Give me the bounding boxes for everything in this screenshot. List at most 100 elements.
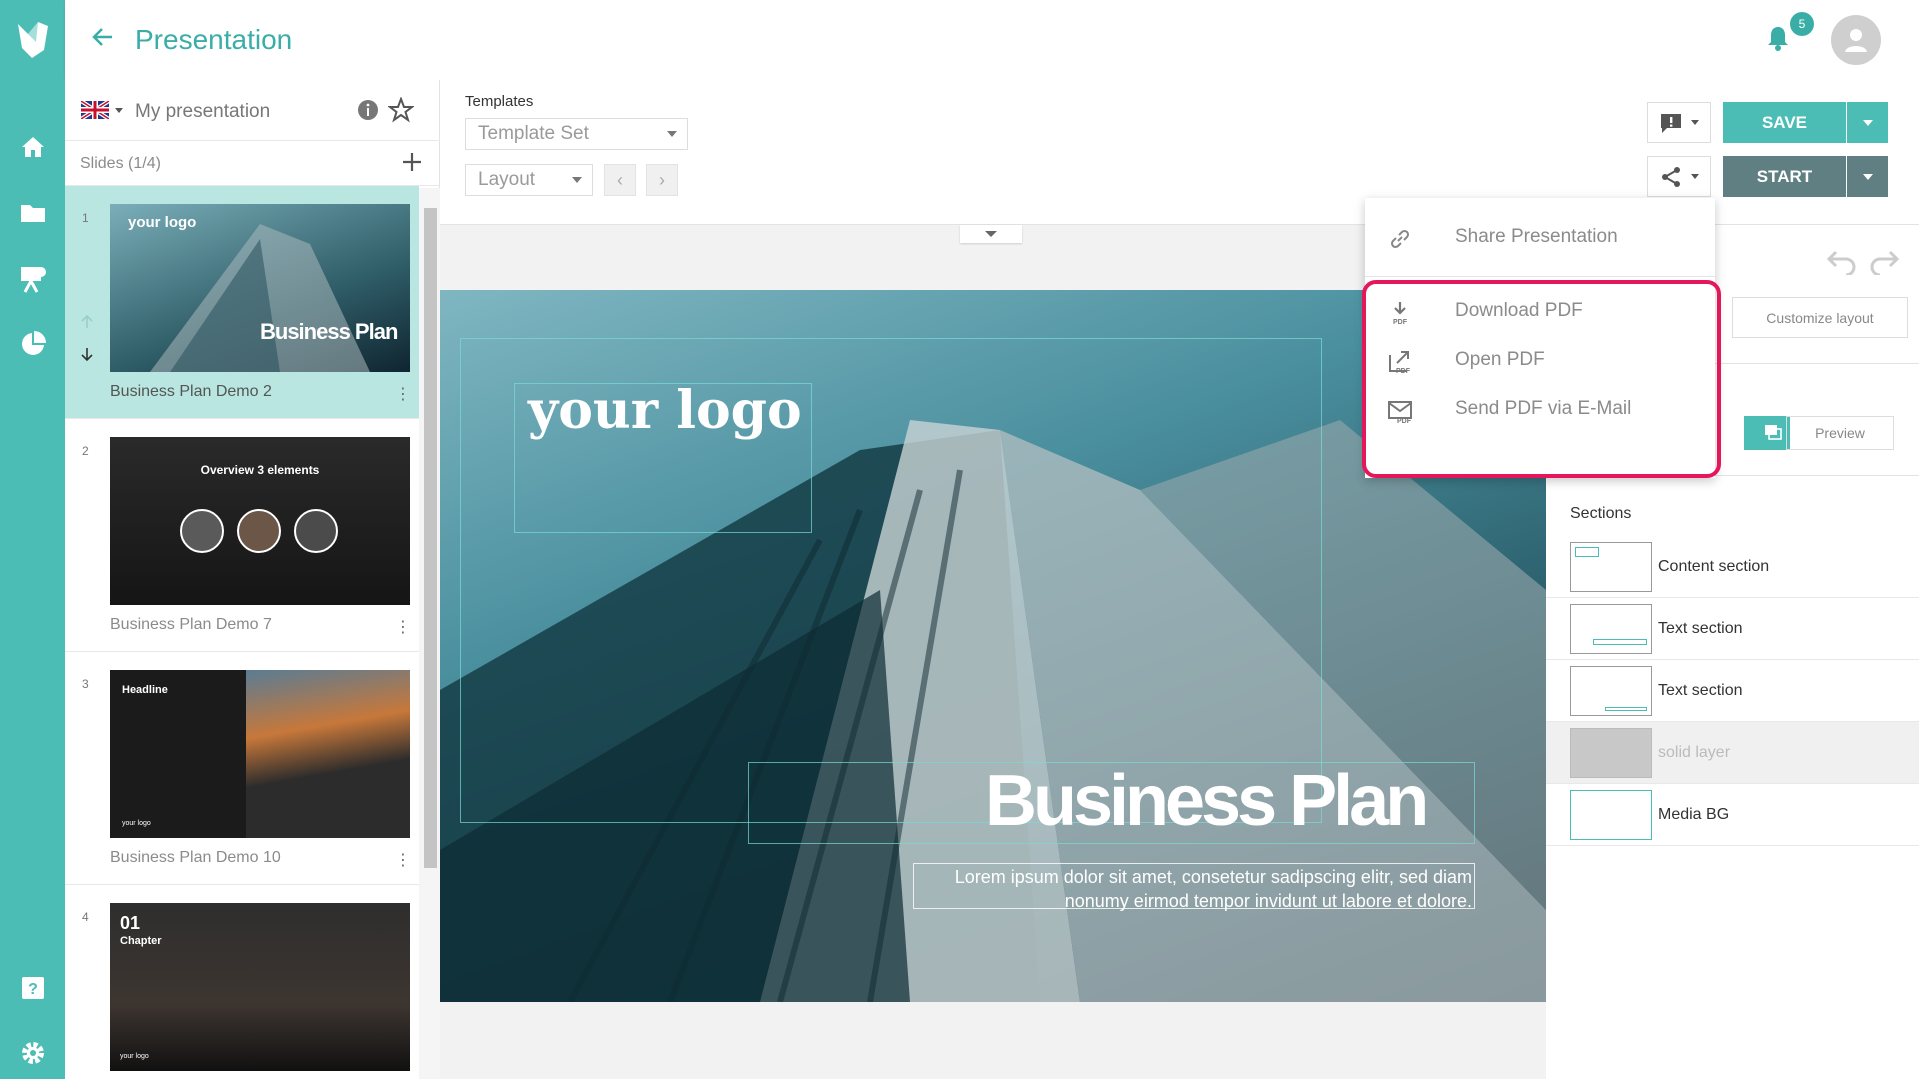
chevron-down-icon bbox=[1862, 173, 1873, 180]
slide-item-2[interactable]: 2 Overview 3 elements Business Plan Demo… bbox=[65, 419, 419, 652]
thumb-person-circle bbox=[180, 509, 224, 553]
slide-name: Business Plan Demo 2 bbox=[110, 383, 272, 400]
user-avatar[interactable] bbox=[1831, 15, 1881, 65]
canvas-body[interactable]: Lorem ipsum dolor sit amet, consetetur s… bbox=[920, 865, 1472, 913]
section-label: Content section bbox=[1658, 558, 1770, 575]
slides-icon bbox=[1765, 425, 1782, 440]
svg-text:?: ? bbox=[28, 981, 38, 998]
slide-number: 4 bbox=[82, 910, 89, 924]
slide-number: 2 bbox=[82, 444, 89, 458]
layout-value: Layout bbox=[478, 169, 536, 190]
next-layout-button[interactable]: › bbox=[646, 164, 678, 196]
slide-name: Business Plan Demo 10 bbox=[110, 849, 281, 866]
redo-icon[interactable] bbox=[1868, 249, 1900, 280]
notification-bell-icon[interactable] bbox=[1765, 24, 1791, 57]
view-toggle-cap bbox=[1744, 416, 1747, 450]
slide-menu-kebab-icon[interactable]: ⋮ bbox=[395, 617, 411, 637]
toolbar-collapse-tab[interactable] bbox=[960, 225, 1022, 243]
home-icon[interactable] bbox=[0, 122, 65, 172]
save-options-button[interactable] bbox=[1847, 102, 1888, 143]
move-down-arrow-icon[interactable] bbox=[80, 346, 94, 367]
presentation-name[interactable]: My presentation bbox=[135, 101, 270, 123]
comment-button[interactable] bbox=[1647, 102, 1711, 143]
slide-thumbnail: 01 Chapter your logo bbox=[110, 903, 410, 1071]
preview-button[interactable]: Preview bbox=[1786, 416, 1894, 450]
slide-item-3[interactable]: 3 Headline your logo Business Plan Demo … bbox=[65, 652, 419, 885]
section-row[interactable]: Text section bbox=[1546, 598, 1919, 660]
chevron-down-icon bbox=[1862, 119, 1873, 126]
help-icon[interactable]: ? bbox=[0, 963, 65, 1013]
section-label: Text section bbox=[1658, 620, 1743, 637]
customize-layout-button[interactable]: Customize layout bbox=[1732, 297, 1908, 338]
section-preview bbox=[1570, 666, 1652, 716]
section-row[interactable]: Media BG bbox=[1546, 784, 1919, 846]
back-arrow-icon[interactable] bbox=[90, 24, 116, 55]
undo-icon[interactable] bbox=[1826, 249, 1858, 280]
slide-menu-kebab-icon[interactable]: ⋮ bbox=[395, 850, 411, 870]
canvas-logo-text[interactable]: your logo bbox=[528, 380, 802, 441]
slides-count-row: Slides (1/4) bbox=[65, 141, 440, 186]
section-label: Text section bbox=[1658, 682, 1743, 699]
chevron-down-icon bbox=[1691, 120, 1699, 125]
chevron-down-icon bbox=[985, 231, 997, 237]
pdf-options-highlight bbox=[1362, 280, 1721, 478]
save-button[interactable]: SAVE bbox=[1723, 102, 1846, 143]
slide-menu-kebab-icon[interactable]: ⋮ bbox=[395, 384, 411, 404]
share-button[interactable] bbox=[1647, 156, 1711, 197]
share-icon bbox=[1662, 166, 1680, 187]
slide-number: 3 bbox=[82, 677, 89, 691]
slides-count-label: Slides (1/4) bbox=[80, 155, 161, 172]
pie-chart-icon[interactable] bbox=[0, 319, 65, 369]
sections-title: Sections bbox=[1570, 505, 1632, 522]
slide-thumbnail: Overview 3 elements bbox=[110, 437, 410, 605]
section-preview bbox=[1570, 542, 1652, 592]
presentation-row: My presentation bbox=[65, 80, 440, 141]
thumb-footer: your logo bbox=[122, 820, 151, 827]
chevron-down-icon bbox=[1691, 174, 1699, 179]
template-set-select[interactable]: Template Set bbox=[465, 118, 688, 150]
thumb-title: Headline bbox=[122, 684, 168, 696]
thumb-title: 01 bbox=[120, 913, 141, 933]
star-icon[interactable] bbox=[387, 96, 415, 128]
chevron-down-icon bbox=[667, 131, 677, 137]
layout-select[interactable]: Layout bbox=[465, 164, 593, 196]
templates-label: Templates bbox=[465, 93, 534, 110]
section-row[interactable]: solid layer bbox=[1546, 722, 1919, 784]
section-label: solid layer bbox=[1658, 744, 1731, 761]
slides-panel: My presentation Slides (1/4) 1 your logo… bbox=[65, 80, 440, 1079]
thumb-subtitle: Chapter bbox=[120, 935, 162, 947]
uk-flag-icon[interactable] bbox=[79, 99, 111, 124]
slide-thumbnail: Headline your logo bbox=[110, 670, 410, 838]
canvas-title[interactable]: Business Plan bbox=[985, 760, 1429, 842]
slides-scrollbar-thumb[interactable] bbox=[424, 208, 437, 868]
start-options-button[interactable] bbox=[1847, 156, 1888, 197]
section-label: Media BG bbox=[1658, 806, 1730, 823]
folder-icon[interactable] bbox=[0, 188, 65, 238]
presentation-board-icon[interactable] bbox=[0, 254, 65, 304]
settings-gear-icon[interactable] bbox=[0, 1028, 65, 1078]
share-presentation-item[interactable]: Share Presentation bbox=[1365, 208, 1715, 268]
info-icon[interactable] bbox=[357, 99, 379, 126]
section-row[interactable]: Text section bbox=[1546, 660, 1919, 722]
prev-layout-button[interactable]: ‹ bbox=[604, 164, 636, 196]
section-preview bbox=[1570, 728, 1652, 778]
top-header: Presentation 5 bbox=[65, 0, 1919, 80]
add-slide-plus-icon[interactable] bbox=[401, 151, 423, 178]
slide-item-1[interactable]: 1 your logo Business Plan Business Plan … bbox=[65, 186, 419, 419]
thumb-footer: your logo bbox=[120, 1053, 149, 1060]
language-caret-icon[interactable] bbox=[115, 108, 123, 113]
thumb-photo bbox=[246, 670, 410, 838]
move-up-arrow-icon[interactable] bbox=[80, 314, 94, 335]
thumb-title: your logo bbox=[128, 214, 197, 231]
slide-number: 1 bbox=[82, 211, 89, 225]
chevron-down-icon bbox=[572, 177, 582, 183]
link-icon bbox=[1390, 229, 1410, 249]
thumb-person-circle bbox=[294, 509, 338, 553]
section-row[interactable]: Content section bbox=[1546, 536, 1919, 598]
start-button[interactable]: START bbox=[1723, 156, 1846, 197]
page-title: Presentation bbox=[135, 24, 293, 55]
slide-mode-button[interactable] bbox=[1756, 416, 1790, 450]
notification-badge: 5 bbox=[1790, 12, 1814, 36]
slide-item-4[interactable]: 4 01 Chapter your logo bbox=[65, 885, 419, 1079]
app-logo-icon[interactable] bbox=[0, 0, 65, 80]
